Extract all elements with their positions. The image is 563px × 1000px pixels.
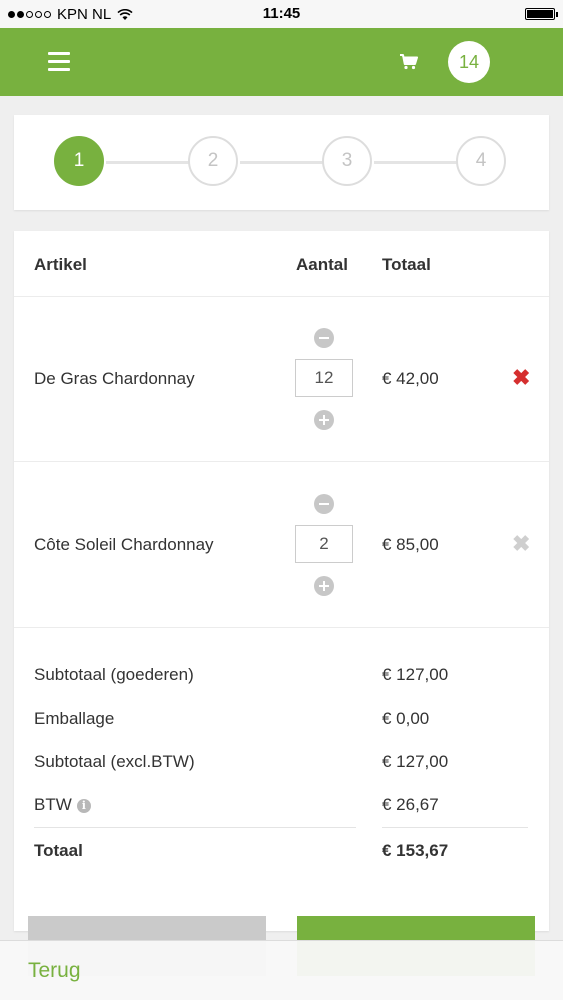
column-header-total: Totaal [382, 255, 431, 274]
step-3[interactable]: 3 [322, 136, 372, 186]
total-label: Totaal [34, 841, 83, 860]
packaging-value: € 0,00 [382, 709, 430, 728]
cart-item-price: € 85,00 [382, 535, 439, 554]
app-header: 14 [0, 28, 563, 96]
step-connector [374, 161, 458, 164]
column-header-item: Artikel [34, 255, 87, 274]
status-bar: KPN NL 11:45 [0, 0, 563, 28]
quantity-input[interactable]: 2 [295, 525, 353, 563]
total-value: € 153,67 [382, 841, 449, 860]
increase-quantity-button[interactable] [314, 576, 334, 596]
back-button[interactable]: Terug [28, 959, 81, 983]
column-header-quantity: Aantal [296, 255, 348, 274]
summary-divider [382, 827, 528, 828]
cart-icon[interactable] [400, 54, 418, 70]
vat-value: € 26,67 [382, 795, 439, 814]
subtotal-excl-vat-value: € 127,00 [382, 752, 449, 771]
divider [14, 461, 549, 462]
step-connector [240, 161, 324, 164]
battery-icon [525, 8, 555, 20]
step-1[interactable]: 1 [54, 136, 104, 186]
subtotal-excl-vat-label: Subtotaal (excl.BTW) [34, 752, 195, 771]
decrease-quantity-button[interactable] [314, 328, 334, 348]
subtotal-goods-value: € 127,00 [382, 665, 449, 684]
remove-item-icon[interactable]: ✖ [512, 367, 530, 389]
checkout-steps: 1 2 3 4 [14, 115, 549, 210]
cart-count-badge[interactable]: 14 [448, 41, 490, 83]
subtotal-goods-label: Subtotaal (goederen) [34, 665, 194, 684]
bottom-toolbar: Terug [0, 940, 563, 1000]
cart-item-name: Côte Soleil Chardonnay [34, 535, 214, 554]
quantity-input[interactable]: 12 [295, 359, 353, 397]
cart-item-price: € 42,00 [382, 369, 439, 388]
increase-quantity-button[interactable] [314, 410, 334, 430]
remove-item-icon[interactable]: ✖ [512, 533, 530, 555]
cart-item-name: De Gras Chardonnay [34, 369, 195, 388]
battery-cap [556, 12, 558, 17]
info-icon[interactable]: i [76, 799, 91, 813]
step-connector [106, 161, 190, 164]
vat-label: BTW [34, 795, 72, 814]
packaging-label: Emballage [34, 709, 115, 728]
divider [14, 627, 549, 628]
cart-card: Artikel Aantal Totaal De Gras Chardonnay… [14, 231, 549, 931]
step-4[interactable]: 4 [456, 136, 506, 186]
decrease-quantity-button[interactable] [314, 494, 334, 514]
summary-divider [34, 827, 356, 828]
hamburger-icon[interactable] [48, 52, 70, 71]
vat-row-label: BTW i [34, 795, 91, 815]
step-2[interactable]: 2 [188, 136, 238, 186]
clock: 11:45 [262, 5, 301, 22]
divider [14, 296, 549, 297]
